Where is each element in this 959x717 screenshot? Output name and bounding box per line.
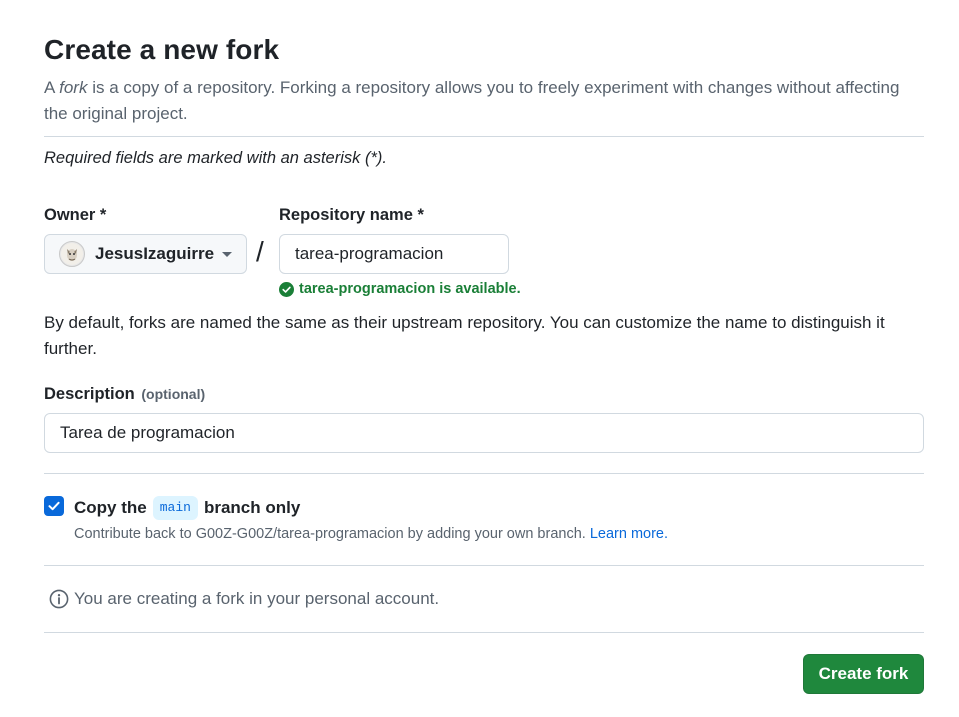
copy-branch-help: Contribute back to G00Z-G00Z/tarea-progr…	[74, 526, 669, 542]
check-circle-icon	[279, 281, 294, 297]
description-input[interactable]: Tarea de programacion	[44, 413, 924, 453]
personal-account-notice: You are creating a fork in your personal…	[49, 589, 439, 609]
owner-repo-separator: /	[256, 236, 264, 267]
default-name-note: By default, forks are named the same as …	[44, 313, 885, 358]
optional-tag: (optional)	[141, 386, 206, 402]
info-icon	[49, 589, 69, 609]
divider	[44, 632, 924, 633]
fork-term: fork	[59, 78, 88, 97]
create-fork-button[interactable]: Create fork	[803, 654, 924, 694]
required-fields-note: Required fields are marked with an aster…	[44, 149, 387, 167]
copy-main-branch-label[interactable]: Copy the main branch only	[74, 494, 300, 522]
availability-text: tarea-programacion is available.	[299, 281, 521, 297]
personal-account-text: You are creating a fork in your personal…	[74, 589, 440, 608]
learn-more-link[interactable]: Learn more.	[590, 526, 668, 542]
availability-message: tarea-programacion is available.	[279, 281, 521, 297]
page-title: Create a new fork	[44, 34, 280, 65]
avatar-image	[61, 243, 83, 265]
divider	[44, 473, 924, 474]
branch-name-badge: main	[152, 496, 198, 520]
divider	[44, 136, 924, 137]
divider	[44, 565, 924, 566]
owner-select[interactable]: JesusIzaguirre	[44, 234, 247, 274]
owner-label: Owner *	[44, 206, 107, 224]
owner-name: JesusIzaguirre	[95, 244, 215, 263]
checkmark-icon	[48, 501, 60, 511]
repo-name-input[interactable]: tarea-programacion	[279, 234, 509, 274]
repo-name-label: Repository name *	[279, 206, 424, 224]
chevron-down-icon	[222, 252, 232, 257]
copy-main-branch-checkbox[interactable]	[44, 496, 64, 516]
page-subtitle: A fork is a copy of a repository. Forkin…	[44, 78, 900, 123]
description-label: Description (optional)	[44, 385, 206, 403]
avatar	[59, 241, 85, 267]
